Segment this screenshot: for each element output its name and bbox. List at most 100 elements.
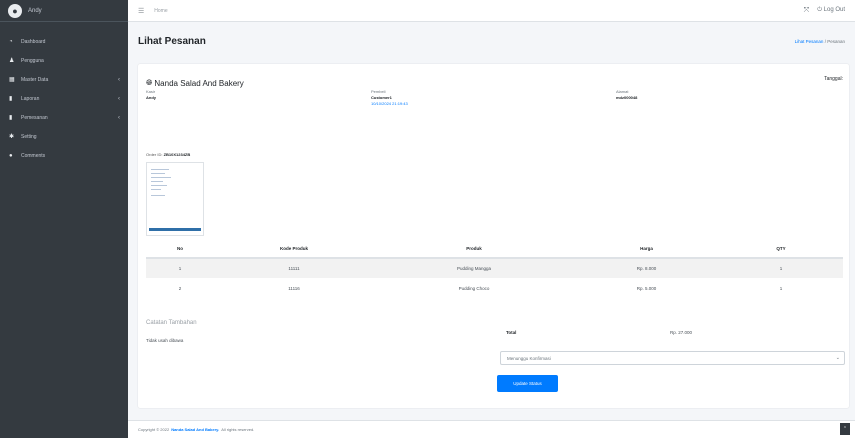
column-header-kode-produk: Kode Produk: [214, 240, 374, 259]
user-avatar-icon: ●: [8, 3, 22, 18]
sidebar-item-pengguna[interactable]: ♟ Pengguna: [0, 51, 128, 70]
sidebar-item-setting[interactable]: ✱ Setting: [0, 127, 128, 146]
column-header-harga: Harga: [574, 240, 719, 259]
cell-qty: 1: [719, 258, 843, 278]
receipt-line: [151, 181, 163, 182]
order-items-table: No Kode Produk Produk Harga QTY 1 11111 …: [146, 240, 843, 298]
breadcrumb: Lihat Pesanan / Pesanan: [795, 39, 845, 44]
receipt-line: [151, 177, 171, 178]
cell-qty: 1: [779, 285, 783, 291]
order-card: 🌐︎ Nanda Salad And Bakery Tanggal: Kasir…: [138, 64, 849, 408]
sidebar-item-dashboard[interactable]: ◔ Dashboard: [0, 32, 128, 51]
pembeli-info: Pembeli Customer1 10/10/2024 21:19:43: [371, 89, 408, 107]
column-header-no: No: [146, 240, 214, 259]
comment-icon: ●: [9, 152, 13, 159]
store-name: 🌐︎ Nanda Salad And Bakery: [146, 78, 244, 88]
chevron-left-icon: ‹: [118, 76, 120, 83]
sidebar-item-label: Pemesanan: [21, 114, 48, 121]
globe-icon: 🌐︎: [146, 78, 153, 87]
chevron-left-icon: ‹: [118, 95, 120, 102]
catatan-title: Catatan Tambahan: [146, 320, 197, 326]
pembeli-value: Customer1: [371, 95, 392, 100]
fullscreen-icon[interactable]: ⤧: [804, 7, 810, 15]
cell-no: 1: [146, 258, 214, 278]
catatan-text: Tidak usah dibawa: [146, 338, 184, 343]
cell-kode-produk: 11111: [214, 258, 374, 278]
topbar: ☰ Home ⤧ ⏻ Log Out: [128, 0, 855, 22]
column-header-qty: QTY: [719, 240, 843, 259]
table-header-row: No Kode Produk Produk Harga QTY: [146, 240, 843, 259]
sidebar-item-label: Dashboard: [21, 38, 46, 45]
table-row: 1 11111 Pudding Mangga Rp. 8.000 1: [146, 258, 843, 278]
sidebar: ● Andy ◔ Dashboard ♟ Pengguna ▦ Master D…: [0, 0, 128, 438]
receipt-line: [151, 189, 161, 190]
tanggal-label: Tanggal:: [824, 76, 843, 82]
sidebar-user-name: Andy: [28, 7, 42, 14]
kasir-info: Kasir Andy: [146, 89, 156, 101]
receipt-footer-bar: [149, 228, 201, 231]
breadcrumb-active: Pesanan: [827, 38, 845, 44]
cell-no: 2: [178, 285, 182, 291]
footer-brand-link[interactable]: Nanda Salad And Bakery.: [171, 427, 219, 432]
users-icon: ♟: [9, 58, 15, 64]
scroll-top-button[interactable]: ⌃: [840, 423, 850, 435]
sidebar-item-label: Laporan: [21, 95, 40, 102]
sidebar-item-label: Master Data: [21, 76, 49, 83]
footer: Copyright © 2022 Nanda Salad And Bakery.…: [128, 420, 855, 438]
home-link[interactable]: Home: [154, 8, 167, 14]
sidebar-item-master-data[interactable]: ▦ Master Data ‹: [0, 70, 128, 89]
cell-kode-produk: 11116: [288, 285, 300, 291]
cell-harga: Rp. 5.000: [636, 285, 657, 291]
content-header: Lihat Pesanan Lihat Pesanan / Pesanan: [128, 22, 855, 60]
receipt-line: [151, 185, 167, 186]
logout-label: Log Out: [823, 7, 845, 13]
sidebar-item-label: Pengguna: [21, 57, 44, 64]
footer-copyright: Copyright © 2022: [138, 427, 170, 432]
receipt-line: [151, 173, 165, 174]
sidebar-item-label: Setting: [21, 133, 37, 140]
receipt-line: [151, 195, 165, 196]
sidebar-item-label: Comments: [21, 152, 46, 159]
logout-icon: ⏻: [817, 7, 822, 13]
file-alt-icon: ▮: [9, 115, 13, 121]
table-row: 2 11116 Pudding Choco Rp. 5.000 1: [146, 278, 843, 298]
page-title: Lihat Pesanan: [138, 35, 206, 47]
order-id-label: Order ID:: [146, 152, 163, 157]
breadcrumb-separator: /: [824, 38, 826, 44]
tachometer-icon: ◔: [9, 38, 13, 45]
cell-produk: Pudding Mangga: [374, 258, 574, 278]
footer-rights: All rights reserved.: [221, 427, 255, 432]
column-header-produk: Produk: [374, 240, 574, 259]
status-select[interactable]: Menunggu Konfirmasi ⌄: [500, 351, 845, 365]
receipt-line: [151, 169, 169, 170]
chevron-down-icon: ⌄: [835, 355, 840, 361]
payment-proof-image[interactable]: [146, 162, 204, 236]
order-id-value: ZB10X1234ZB: [163, 152, 191, 157]
status-select-value: Menunggu Konfirmasi: [507, 355, 551, 361]
table-icon: ▦: [9, 77, 15, 83]
cell-harga: Rp. 8.000: [574, 258, 719, 278]
chevron-left-icon: ‹: [118, 114, 120, 121]
order-id: Order ID: ZB10X1234ZB: [146, 152, 190, 157]
total-label: Total: [506, 330, 517, 335]
update-status-button[interactable]: Update Status: [497, 375, 558, 392]
file-icon: ▮: [9, 96, 13, 102]
cell-produk: Pudding Choco: [458, 285, 490, 291]
total-value: Rp. 27.000: [670, 330, 693, 335]
sidebar-item-laporan[interactable]: ▮ Laporan ‹: [0, 89, 128, 108]
sidebar-nav: ◔ Dashboard ♟ Pengguna ▦ Master Data ‹ ▮…: [0, 22, 128, 165]
chevron-up-icon: ⌃: [842, 426, 848, 432]
order-date: 10/10/2024 21:19:43: [371, 101, 408, 106]
kasir-value: Andy: [146, 95, 156, 100]
sidebar-brand[interactable]: ● Andy: [0, 0, 128, 22]
topbar-right: ⤧ ⏻ Log Out: [804, 7, 845, 15]
sidebar-item-pemesanan[interactable]: ▮ Pemesanan ‹: [0, 108, 128, 127]
breadcrumb-link[interactable]: Lihat Pesanan: [795, 39, 824, 44]
alamat-value: mdz000048: [616, 95, 638, 100]
sidebar-item-comments[interactable]: ● Comments: [0, 146, 128, 165]
gear-icon: ✱: [9, 134, 15, 140]
store-name-text: Nanda Salad And Bakery: [154, 78, 244, 88]
logout-link[interactable]: ⏻ Log Out: [817, 7, 845, 14]
alamat-info: Alamat mdz000048: [616, 89, 637, 101]
hamburger-menu-icon[interactable]: ☰: [138, 7, 144, 15]
